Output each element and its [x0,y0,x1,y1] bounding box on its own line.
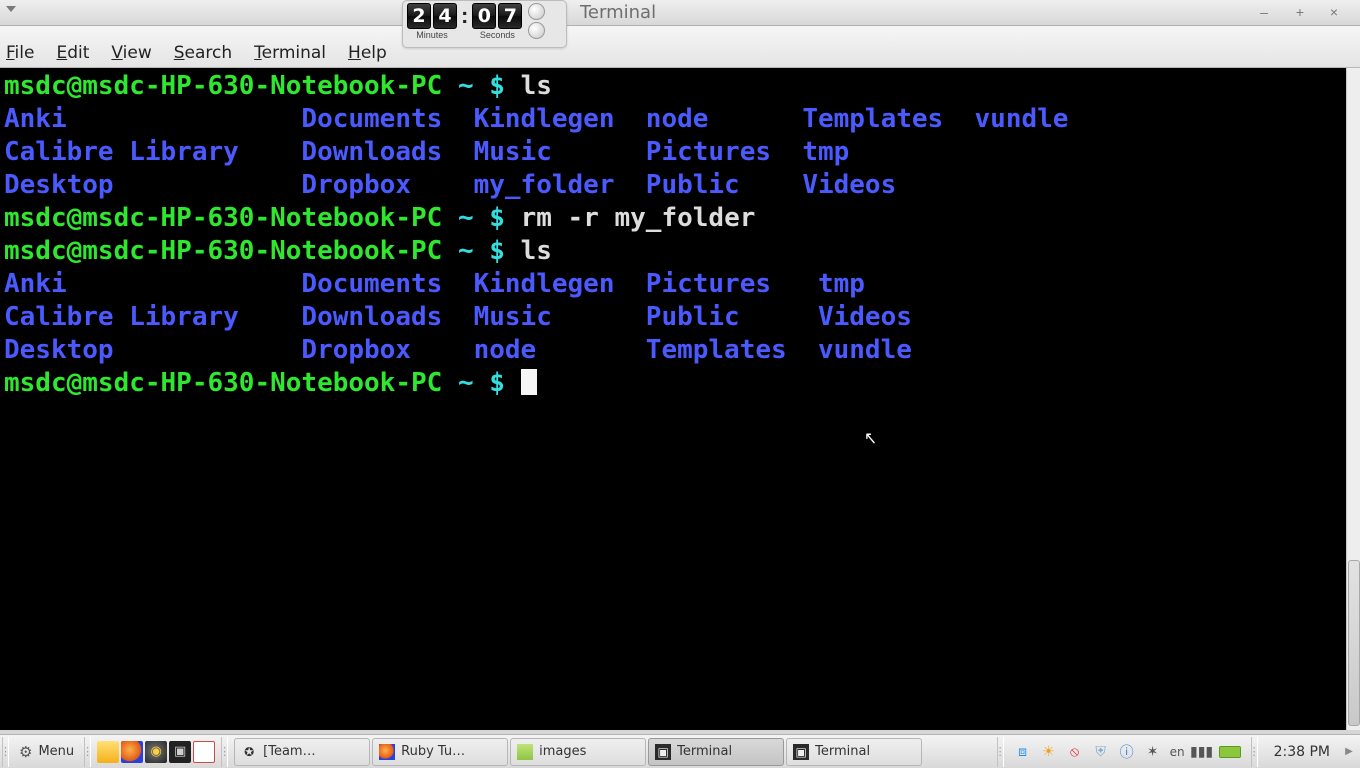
quicklaunch-terminal-icon[interactable]: ▣ [169,741,191,763]
timer-seconds-tens: 0 [472,3,496,29]
prompt-user: msdc@msdc-HP-630-Notebook-PC [4,203,442,233]
start-menu-label: Menu [38,744,74,759]
timer-minutes-tens: 2 [407,3,431,29]
prompt-path: ~ $ [442,368,520,398]
prompt-path: ~ $ [442,203,520,233]
timer-seconds-label: Seconds [480,30,515,40]
terminal-icon: ▣ [655,744,671,760]
app-menu-dropdown-icon[interactable] [6,6,16,12]
prompt-path: ~ $ [442,236,520,266]
window-minimize-button[interactable]: – [1256,4,1272,20]
panel-end-arrow-icon[interactable]: ▶ [1344,746,1354,757]
app-icon: ✪ [241,744,257,760]
menu-file[interactable]: File [6,43,34,63]
timer-seconds-ones: 7 [498,3,522,29]
timer-minutes-label: Minutes [416,30,448,40]
menu-terminal[interactable]: Terminal [254,43,326,63]
quicklaunch-notes-icon[interactable] [97,741,119,763]
firefox-icon [379,744,395,760]
terminal-icon: ▣ [793,744,809,760]
keyboard-layout-indicator[interactable]: en [1170,745,1185,759]
task-button-images[interactable]: images [510,738,646,766]
update-shield-icon[interactable]: ⛨ [1092,743,1110,761]
battery-tray-icon[interactable] [1219,746,1241,758]
prompt-path: ~ $ [442,71,520,101]
prompt-user: msdc@msdc-HP-630-Notebook-PC [4,71,442,101]
ls-output-row: Anki Documents Kindlegen Pictures tmp [4,269,865,299]
panel-handle-icon[interactable]: ⋮ [997,737,1004,767]
ls-output-row: Calibre Library Downloads Music Public V… [4,302,912,332]
command-1: ls [521,71,552,101]
menu-view[interactable]: View [111,43,151,63]
gear-icon: ⚙ [19,743,32,761]
window-maximize-button[interactable]: + [1292,4,1308,20]
start-menu-button[interactable]: ⚙ Menu [11,738,82,766]
panel-handle-icon[interactable]: ⋮ [221,737,228,767]
terminal-cursor [521,369,537,395]
task-label: images [539,744,586,759]
task-button-ruby[interactable]: Ruby Tu… [372,738,508,766]
weather-tray-icon[interactable]: ☀ [1040,743,1058,761]
terminal-menubar: File Edit View Search Terminal Help [0,26,1360,68]
quicklaunch-bar: ◉ ▣ [93,741,219,763]
quicklaunch-firefox-icon[interactable] [121,741,143,763]
timer-control-button-top[interactable] [528,3,545,20]
window-close-button[interactable]: × [1326,4,1342,20]
task-button-terminal-active[interactable]: ▣ Terminal [648,738,784,766]
timer-minutes-ones: 4 [433,3,457,29]
taskbar-tasks: ✪ [Team… Ruby Tu… images ▣ Terminal ▣ Te… [230,738,922,766]
menu-edit[interactable]: Edit [56,43,89,63]
blocked-tray-icon[interactable]: ⦸ [1066,743,1084,761]
panel-handle-icon[interactable]: ⋮ [84,737,91,767]
task-label: Terminal [815,744,870,759]
quicklaunch-media-icon[interactable]: ◉ [145,741,167,763]
desktop-taskbar: ⋮ ⚙ Menu ⋮ ◉ ▣ ⋮ ✪ [Team… Ruby Tu… image… [0,734,1360,768]
timer-control-button-bottom[interactable] [528,22,545,39]
task-label: [Team… [263,744,315,759]
prompt-user: msdc@msdc-HP-630-Notebook-PC [4,368,442,398]
bluetooth-tray-icon[interactable]: ✶ [1144,743,1162,761]
countdown-timer-widget: 2 4 Minutes : 0 7 Seconds [402,0,567,48]
prompt-user: msdc@msdc-HP-630-Notebook-PC [4,236,442,266]
network-tray-icon[interactable]: ▮▮▮ [1193,743,1211,761]
command-2: rm -r my_folder [521,203,756,233]
ls-output-row: Desktop Dropbox my_folder Public Videos [4,170,896,200]
timer-seconds-group: 0 7 Seconds [472,3,522,40]
ls-output-row: Anki Documents Kindlegen node Templates … [4,104,1068,134]
menu-search[interactable]: Search [174,43,232,63]
terminal-viewport[interactable]: msdc@msdc-HP-630-Notebook-PC ~ $ ls Anki… [0,68,1346,730]
taskbar-clock[interactable]: 2:38 PM [1274,744,1330,760]
terminal-scrollbar[interactable] [1346,68,1360,730]
task-button-team[interactable]: ✪ [Team… [234,738,370,766]
task-button-terminal[interactable]: ▣ Terminal [786,738,922,766]
ls-output-row: Desktop Dropbox node Templates vundle [4,335,912,365]
menu-help[interactable]: Help [348,43,387,63]
task-label: Ruby Tu… [401,744,465,759]
command-3: ls [521,236,552,266]
panel-handle-icon[interactable]: ⋮ [1251,737,1258,767]
system-tray: ⋮ ⧈ ☀ ⦸ ⛨ ⓘ ✶ en ▮▮▮ ⋮ 2:38 PM ▶ [989,737,1360,767]
window-titlebar: Terminal – + × [0,0,1360,26]
timer-minutes-group: 2 4 Minutes [407,3,457,40]
info-tray-icon[interactable]: ⓘ [1118,743,1136,761]
dropbox-tray-icon[interactable]: ⧈ [1014,743,1032,761]
ls-output-row: Calibre Library Downloads Music Pictures… [4,137,849,167]
quicklaunch-calendar-icon[interactable] [193,741,215,763]
panel-handle-icon[interactable]: ⋮ [2,737,9,767]
window-title: Terminal [580,2,656,23]
scrollbar-thumb[interactable] [1348,560,1360,726]
task-label: Terminal [677,744,732,759]
timer-colon: : [461,3,468,29]
folder-icon [517,744,533,760]
